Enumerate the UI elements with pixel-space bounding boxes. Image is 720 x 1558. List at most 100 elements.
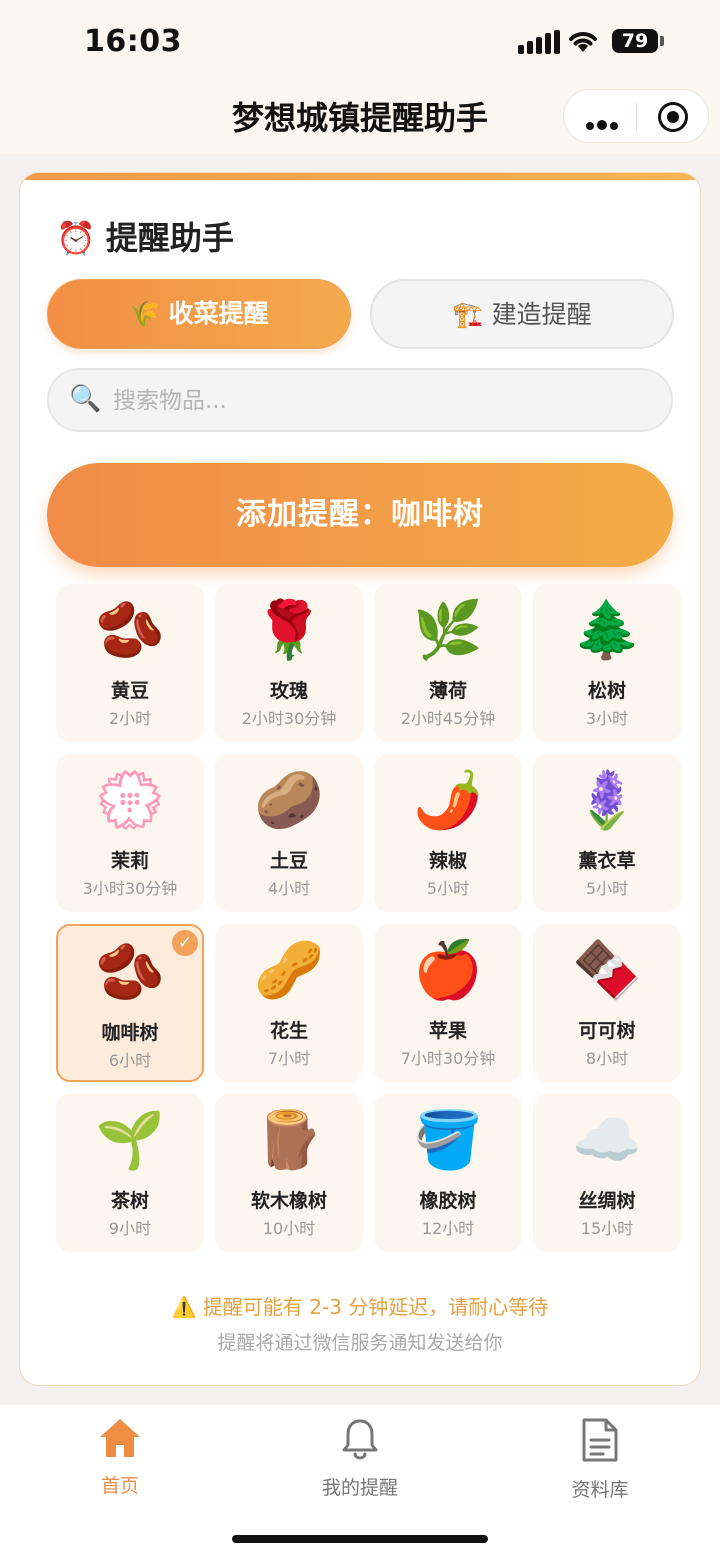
battery-indicator: 79: [612, 29, 658, 53]
wifi-icon: [569, 32, 597, 52]
mini-program-capsule: [563, 89, 709, 143]
item-duration: 12小时: [421, 1219, 475, 1238]
item-name: 黄豆: [110, 680, 149, 702]
item-card[interactable]: 🫘 黄豆 2小时: [56, 584, 204, 742]
item-duration: 5小时: [426, 879, 470, 898]
item-name: 花生: [269, 1020, 308, 1042]
item-duration: 5小时: [585, 879, 629, 898]
item-card[interactable]: 🌲 松树 3小时: [533, 584, 681, 742]
tab-build-reminder[interactable]: 🏗️ 建造提醒: [370, 279, 674, 349]
item-name: 茉莉: [110, 850, 149, 872]
item-icon: 🥔: [254, 768, 324, 833]
item-name: 苹果: [428, 1020, 467, 1042]
item-duration: 7小时: [267, 1049, 311, 1068]
item-card[interactable]: 🪵 软木橡树 10小时: [215, 1094, 363, 1252]
nav-item-home[interactable]: 首页: [20, 1417, 220, 1498]
item-duration: 3小时: [585, 709, 629, 728]
nav-label: 首页: [100, 1475, 139, 1497]
item-duration: 6小时: [108, 1051, 152, 1070]
item-duration: 8小时: [585, 1049, 629, 1068]
card-title: ⏰ 提醒助手: [56, 213, 234, 259]
item-name: 咖啡树: [101, 1022, 159, 1044]
item-card[interactable]: 🪻 薰衣草 5小时: [533, 754, 681, 912]
card-title-text: 提醒助手: [105, 219, 234, 257]
item-card[interactable]: 🫘 咖啡树 6小时 ✓: [56, 924, 204, 1082]
item-icon: 🫘: [95, 598, 165, 663]
nav-item-my-reminders[interactable]: 我的提醒: [260, 1417, 460, 1500]
item-icon: 🌱: [95, 1108, 165, 1173]
item-icon: 💮: [95, 768, 165, 833]
item-card[interactable]: 💮 茉莉 3小时30分钟: [56, 754, 204, 912]
card-accent-bar: [20, 173, 700, 180]
close-target-icon[interactable]: [658, 102, 688, 132]
search-icon: 🔍: [69, 384, 102, 414]
checkmark-icon: ✓: [172, 930, 198, 956]
item-icon: ☁️: [572, 1108, 642, 1173]
item-name: 橡胶树: [419, 1190, 477, 1212]
delay-warning: ⚠️ 提醒可能有 2-3 分钟延迟，请耐心等待: [171, 1295, 549, 1319]
signal-icon: [518, 30, 560, 54]
alarm-clock-icon: ⏰: [56, 219, 96, 257]
nav-item-library[interactable]: 资料库: [500, 1417, 700, 1502]
item-duration: 9小时: [108, 1219, 152, 1238]
home-icon: [100, 1419, 140, 1457]
item-name: 茶树: [110, 1190, 149, 1212]
item-card[interactable]: 🌿 薄荷 2小时45分钟: [374, 584, 522, 742]
reminder-card: ⏰提醒助手 🌾收菜提醒 🏗️建造提醒 🔍 添加提醒：咖啡树 🫘 黄豆 2小时 🌹 玫瑰 2…: [19, 172, 701, 1386]
tab-label: 收菜提醒: [168, 299, 269, 328]
item-icon: 🪣: [413, 1108, 483, 1173]
item-grid: 🫘 黄豆 2小时 🌹 玫瑰 2小时30分钟 🌿 薄荷 2小时45分钟 🌲 松树 3小时 💮 茉莉 3小时30…: [56, 584, 682, 1254]
item-icon: 🌹: [254, 598, 324, 663]
item-duration: 2小时30分钟: [241, 709, 337, 728]
item-card[interactable]: 🍎 苹果 7小时30分钟: [374, 924, 522, 1082]
item-card[interactable]: 🥔 土豆 4小时: [215, 754, 363, 912]
item-name: 薄荷: [428, 680, 467, 702]
top-bar: 16:03 79 梦想城镇提醒助手: [0, 0, 720, 154]
item-duration: 3小时30分钟: [82, 879, 178, 898]
item-card[interactable]: 🪣 橡胶树 12小时: [374, 1094, 522, 1252]
item-card[interactable]: 🌶️ 辣椒 5小时: [374, 754, 522, 912]
item-card[interactable]: 🌹 玫瑰 2小时30分钟: [215, 584, 363, 742]
item-card[interactable]: 🍫 可可树 8小时: [533, 924, 681, 1082]
item-card[interactable]: 🥜 花生 7小时: [215, 924, 363, 1082]
home-indicator: [232, 1535, 488, 1543]
item-name: 薰衣草: [578, 850, 636, 872]
wheat-icon: 🌾: [129, 299, 161, 328]
tab-label: 建造提醒: [491, 300, 592, 329]
item-name: 丝绸树: [578, 1190, 636, 1212]
capsule-divider: [636, 103, 637, 131]
item-icon: 🍎: [413, 938, 483, 1003]
more-icon[interactable]: [586, 115, 621, 134]
document-icon: [582, 1418, 618, 1462]
nav-label: 我的提醒: [321, 1477, 398, 1499]
construction-crane-icon: 🏗️: [452, 300, 484, 329]
search-box[interactable]: 🔍: [47, 368, 673, 432]
bell-icon: [342, 1419, 378, 1460]
item-duration: 15小时: [580, 1219, 634, 1238]
item-name: 松树: [587, 680, 626, 702]
item-name: 软木橡树: [250, 1190, 327, 1212]
item-duration: 10小时: [262, 1219, 316, 1238]
item-name: 可可树: [578, 1020, 636, 1042]
item-icon: 🌿: [413, 598, 483, 663]
item-icon: 🥜: [254, 938, 324, 1003]
item-name: 辣椒: [428, 850, 467, 872]
search-input[interactable]: [111, 370, 655, 432]
notification-note: 提醒将通过微信服务通知发送给你: [217, 1332, 503, 1354]
nav-label: 资料库: [571, 1479, 629, 1501]
item-icon: 🪵: [254, 1108, 324, 1173]
item-duration: 2小时: [108, 709, 152, 728]
item-icon: 🌲: [572, 598, 642, 663]
item-card[interactable]: ☁️ 丝绸树 15小时: [533, 1094, 681, 1252]
battery-nub: [660, 36, 664, 46]
tab-harvest-reminder[interactable]: 🌾 收菜提醒: [47, 279, 351, 349]
item-name: 土豆: [269, 850, 308, 872]
item-duration: 2小时45分钟: [400, 709, 496, 728]
item-icon: 🪻: [572, 768, 642, 833]
item-icon: 🍫: [572, 938, 642, 1003]
add-reminder-button[interactable]: 添加提醒：咖啡树: [47, 463, 673, 567]
item-card[interactable]: 🌱 茶树 9小时: [56, 1094, 204, 1252]
item-name: 玫瑰: [269, 680, 308, 702]
item-duration: 7小时30分钟: [400, 1049, 496, 1068]
status-time: 16:03: [84, 24, 182, 59]
